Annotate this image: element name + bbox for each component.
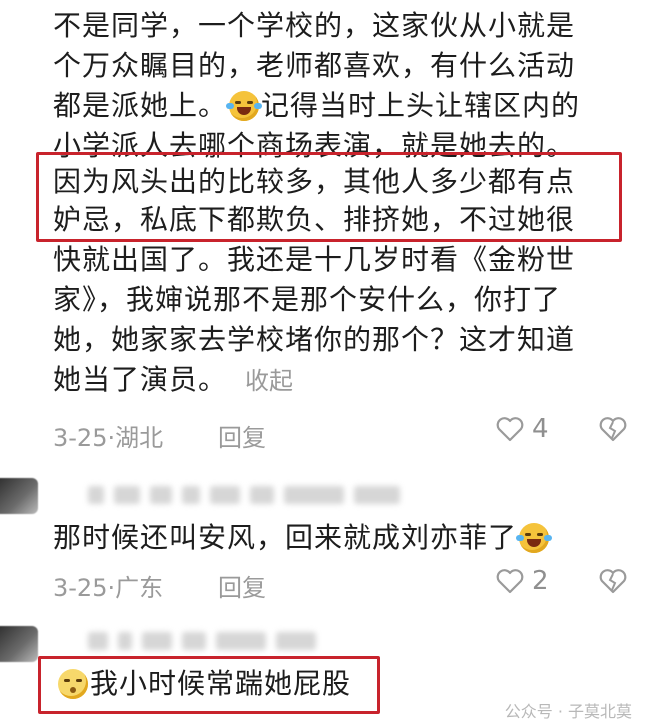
broken-heart-icon [599, 417, 627, 442]
comment-text-line: 个万众瞩目的，老师都喜欢，有什么活动 [53, 49, 576, 82]
comment-text-line: 妒忌，私底下都欺负、排挤她，不过她很 [53, 203, 576, 236]
like-button[interactable]: 4 [496, 414, 549, 444]
like-button[interactable]: 2 [496, 566, 549, 596]
comment-text-line: 都是派她上。 记得当时上头让辖区内的 [53, 86, 580, 126]
comment-text-line: 因为风头出的比较多，其他人多少都有点 [53, 165, 576, 198]
comment-text-segment: 都是派她上。 [53, 89, 228, 122]
reply-button[interactable]: 回复 [218, 418, 266, 453]
comment-text-line: 快就出国了。我还是十几岁时看《金粉世 [53, 243, 576, 276]
heart-icon [496, 417, 524, 442]
reply-button[interactable]: 回复 [218, 568, 266, 603]
broken-heart-icon [599, 569, 627, 594]
comment-meta: 3-25·湖北 [53, 424, 164, 452]
comment-text: 那时候还叫安风，回来就成刘亦菲了 [53, 521, 518, 554]
like-count: 4 [532, 414, 549, 444]
comment-text-segment: 她当了演员。 [53, 363, 228, 396]
comment-text-segment: 记得当时上头让辖区内的 [261, 89, 581, 122]
comment-meta: 3-25·广东 [53, 574, 164, 602]
avatar[interactable] [0, 626, 38, 662]
dislike-button[interactable] [598, 568, 628, 598]
watermark: 公众号 · 子莫北莫 [504, 702, 632, 721]
comment-text-line: 不是同学，一个学校的，这家伙从小就是 [53, 9, 576, 42]
collapse-link[interactable]: 收起 [245, 367, 293, 395]
avatar[interactable] [0, 478, 38, 514]
like-count: 2 [532, 566, 549, 596]
username-blurred [88, 484, 400, 506]
sleepy-face-emoji-icon [58, 669, 88, 699]
comment-text: 我小时候常踹她屁股 [90, 667, 352, 700]
comment-text-line: 那时候还叫安风，回来就成刘亦菲了 [53, 518, 553, 558]
comment-text-line: 家》，我婶说那不是那个安什么，你打了 [53, 283, 562, 316]
heart-icon [496, 569, 524, 594]
comment-text-line: 我小时候常踹她屁股 [56, 664, 351, 704]
laughing-tears-emoji-icon [516, 523, 553, 553]
comment-text-line: 她，她家家去学校堵你的那个？这才知道 [53, 323, 576, 356]
comment-text-line: 她当了演员。 收起 [53, 360, 293, 401]
dislike-button[interactable] [598, 416, 628, 446]
laughing-tears-emoji-icon [226, 91, 263, 121]
username-blurred [88, 630, 316, 652]
